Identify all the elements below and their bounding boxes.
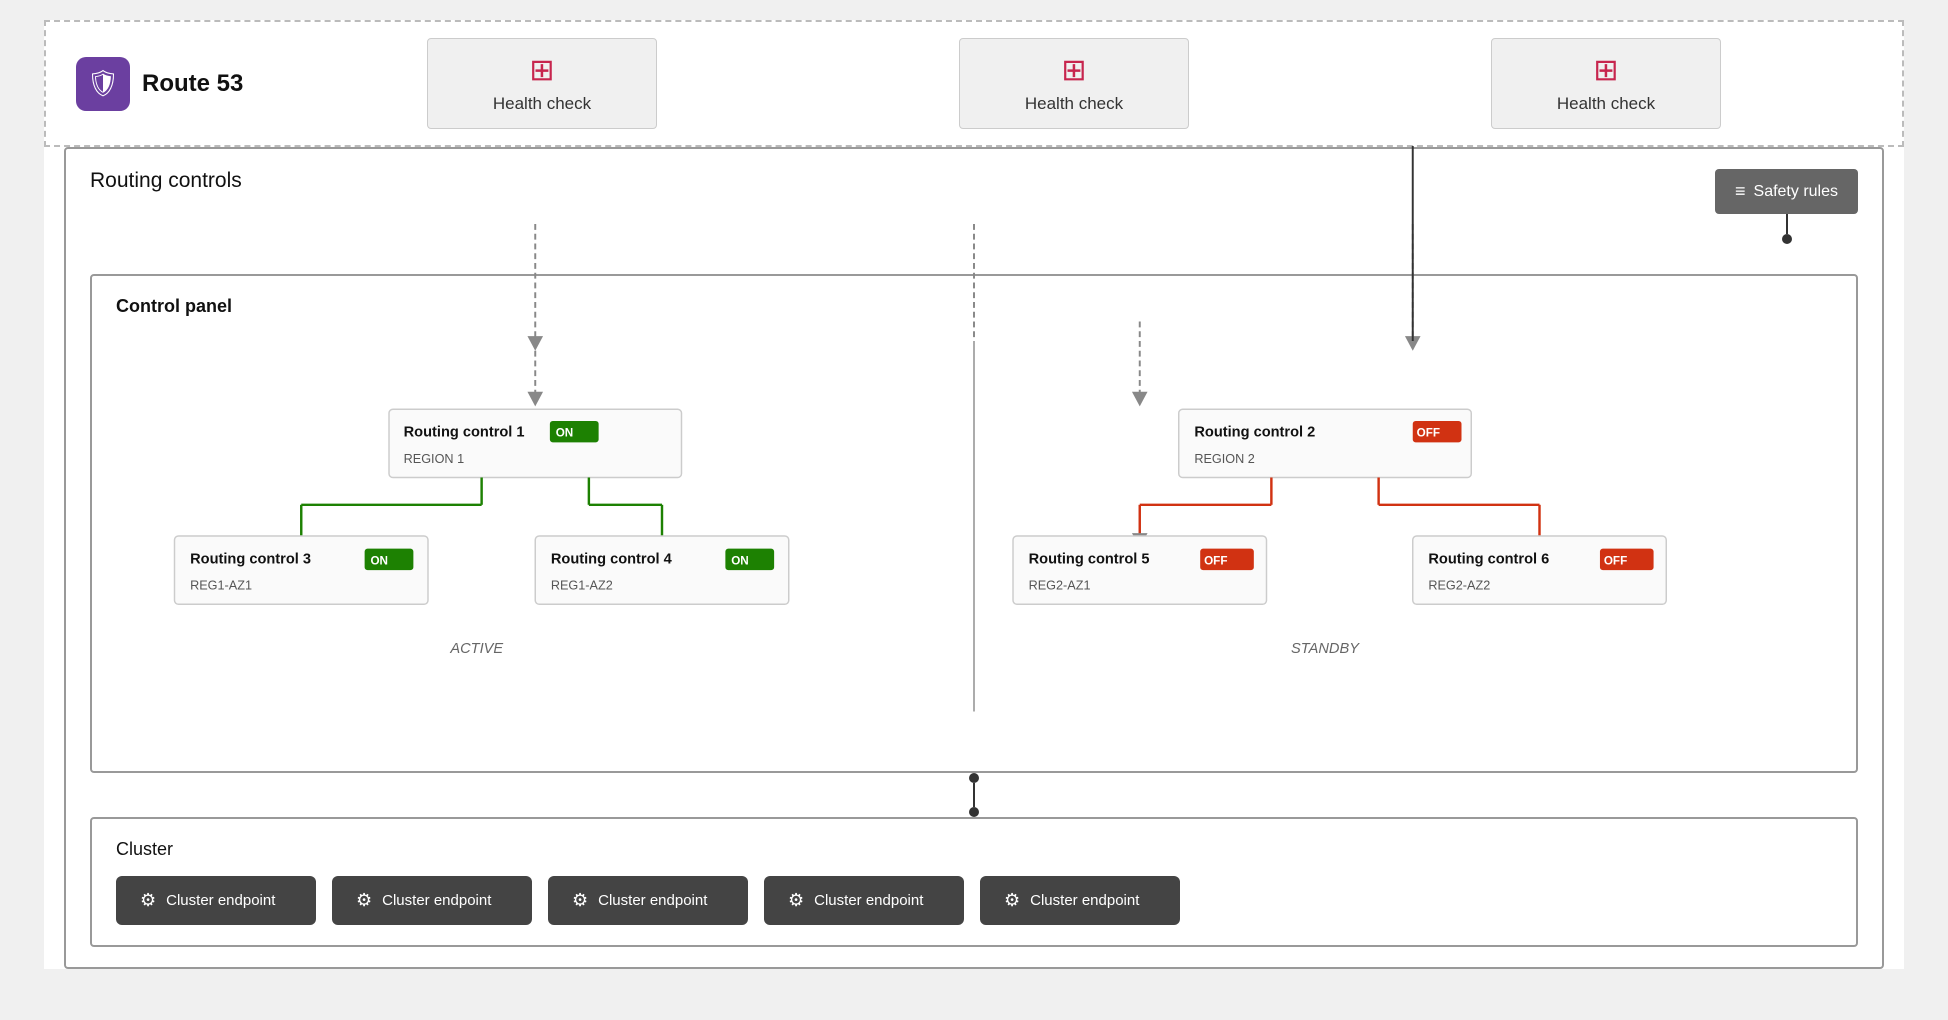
svg-text:ACTIVE: ACTIVE (449, 641, 503, 657)
app-title: Route 53 (142, 70, 243, 98)
main-content: Routing controls ≡ Safety rules Control … (64, 147, 1884, 969)
cluster-endpoint-3-icon: ⚙ (572, 890, 588, 911)
svg-text:OFF: OFF (1604, 554, 1627, 567)
top-dashed-section: 🛡 Route 53 ⊞ Health check ⊞ Health check… (44, 20, 1904, 147)
safety-rules-label: Safety rules (1754, 183, 1838, 201)
svg-text:ON: ON (731, 554, 749, 567)
cluster-endpoint-5-label: Cluster endpoint (1030, 892, 1139, 909)
health-check-3: ⊞ Health check (1491, 38, 1721, 129)
svg-text:Routing control 5: Routing control 5 (1029, 551, 1150, 567)
cluster-endpoint-2-button[interactable]: ⚙ Cluster endpoint (332, 876, 532, 925)
svg-text:REG2-AZ1: REG2-AZ1 (1029, 579, 1091, 593)
svg-text:ON: ON (370, 554, 388, 567)
svg-text:Routing control 3: Routing control 3 (190, 551, 311, 567)
svg-text:Routing control 6: Routing control 6 (1428, 551, 1549, 567)
cluster-box: Cluster ⚙ Cluster endpoint ⚙ Cluster end… (90, 817, 1858, 947)
safety-rules-button[interactable]: ≡ Safety rules (1715, 169, 1858, 214)
cluster-endpoints-row: ⚙ Cluster endpoint ⚙ Cluster endpoint ⚙ … (116, 876, 1832, 925)
routing-controls-title: Routing controls (90, 169, 242, 193)
cluster-endpoint-1-label: Cluster endpoint (166, 892, 275, 909)
svg-text:Routing control 4: Routing control 4 (551, 551, 673, 567)
health-check-2-icon: ⊞ (1061, 53, 1086, 88)
cluster-endpoint-5-button[interactable]: ⚙ Cluster endpoint (980, 876, 1180, 925)
cluster-endpoint-4-label: Cluster endpoint (814, 892, 923, 909)
svg-text:Routing control 1: Routing control 1 (404, 425, 525, 441)
svg-text:REG1-AZ2: REG1-AZ2 (551, 579, 613, 593)
cluster-endpoint-4-icon: ⚙ (788, 890, 804, 911)
panel-cluster-connector (90, 773, 1858, 817)
route53-icon: 🛡 (76, 57, 130, 111)
health-check-2: ⊞ Health check (959, 38, 1189, 129)
cluster-endpoint-1-icon: ⚙ (140, 890, 156, 911)
cluster-endpoint-3-button[interactable]: ⚙ Cluster endpoint (548, 876, 748, 925)
svg-text:OFF: OFF (1204, 554, 1227, 567)
health-check-3-icon: ⊞ (1593, 53, 1618, 88)
cluster-endpoint-1-button[interactable]: ⚙ Cluster endpoint (116, 876, 316, 925)
cluster-endpoint-2-label: Cluster endpoint (382, 892, 491, 909)
svg-text:REG2-AZ2: REG2-AZ2 (1428, 579, 1490, 593)
svg-text:Routing control 2: Routing control 2 (1194, 425, 1315, 441)
cluster-endpoint-2-icon: ⚙ (356, 890, 372, 911)
cluster-title: Cluster (116, 839, 1832, 860)
svg-text:REGION 1: REGION 1 (404, 452, 464, 466)
health-check-2-label: Health check (1025, 94, 1123, 114)
svg-text:ON: ON (556, 427, 574, 440)
routing-diagram-svg: Routing control 1 ON REGION 1 Routing co… (116, 341, 1832, 751)
outer-wrapper: 🛡 Route 53 ⊞ Health check ⊞ Health check… (44, 20, 1904, 969)
cluster-endpoint-5-icon: ⚙ (1004, 890, 1020, 911)
svg-text:OFF: OFF (1417, 427, 1440, 440)
safety-rules-icon: ≡ (1735, 181, 1746, 202)
route53-badge: 🛡 Route 53 (76, 57, 276, 111)
svg-text:REGION 2: REGION 2 (1194, 452, 1254, 466)
health-check-1-icon: ⊞ (529, 53, 554, 88)
health-check-3-label: Health check (1557, 94, 1655, 114)
health-check-1-label: Health check (493, 94, 591, 114)
cluster-endpoint-3-label: Cluster endpoint (598, 892, 707, 909)
section-header-row: Routing controls ≡ Safety rules (90, 169, 1858, 244)
health-check-1: ⊞ Health check (427, 38, 657, 129)
safety-rules-container: ≡ Safety rules (1715, 169, 1858, 244)
svg-text:STANDBY: STANDBY (1291, 641, 1360, 657)
svg-text:REG1-AZ1: REG1-AZ1 (190, 579, 252, 593)
control-panel-box: Control panel (90, 274, 1858, 773)
cluster-endpoint-4-button[interactable]: ⚙ Cluster endpoint (764, 876, 964, 925)
health-checks-row: ⊞ Health check ⊞ Health check ⊞ Health c… (276, 38, 1872, 129)
